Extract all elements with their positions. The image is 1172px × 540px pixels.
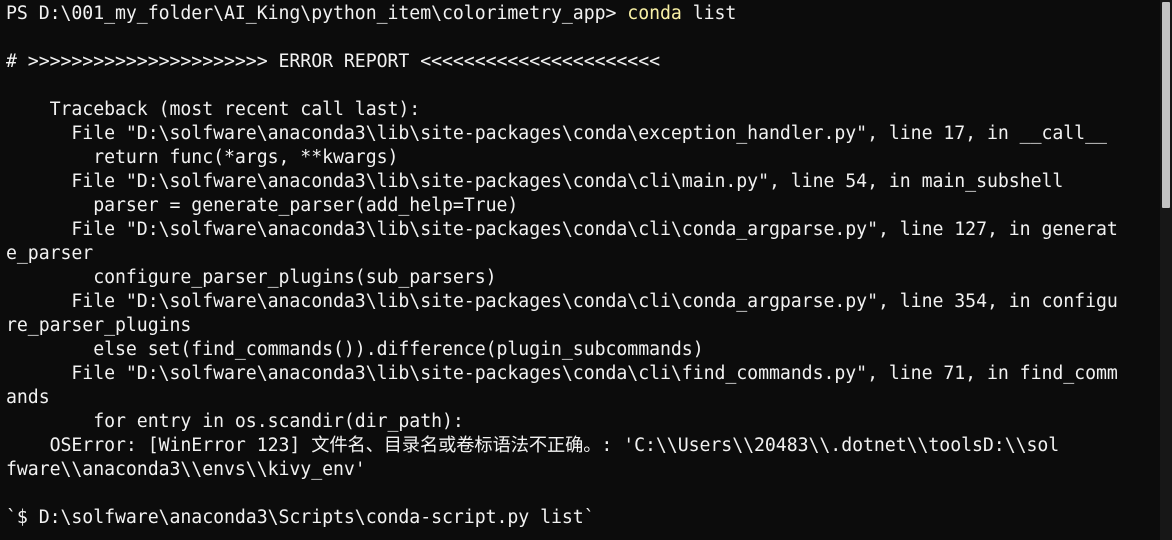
output-line: fware\\anaconda3\\envs\\kivy_env' <box>6 459 366 480</box>
prompt-path: PS D:\001_my_folder\AI_King\python_item\… <box>6 3 628 24</box>
output-line: OSError: [WinError 123] 文件名、目录名或卷标语法不正确。… <box>6 435 1060 456</box>
output-line: File "D:\solfware\anaconda3\lib\site-pac… <box>6 363 1118 384</box>
output-line: ands <box>6 387 50 408</box>
output-line: else set(find_commands()).difference(plu… <box>6 339 704 360</box>
output-line: e_parser <box>6 243 94 264</box>
output-line: Traceback (most recent call last): <box>6 99 421 120</box>
output-line: File "D:\solfware\anaconda3\lib\site-pac… <box>6 123 1107 144</box>
output-line: `$ D:\solfware\anaconda3\Scripts\conda-s… <box>6 507 595 528</box>
output-line: re_parser_plugins <box>6 315 192 336</box>
output-line: return func(*args, **kwargs) <box>6 147 399 168</box>
vertical-scrollbar[interactable] <box>1160 0 1172 540</box>
output-line: File "D:\solfware\anaconda3\lib\site-pac… <box>6 219 1118 240</box>
command-name: conda <box>627 3 682 24</box>
scrollbar-thumb[interactable] <box>1162 2 1170 208</box>
terminal-window[interactable]: PS D:\001_my_folder\AI_King\python_item\… <box>0 0 1160 540</box>
output-line: # >>>>>>>>>>>>>>>>>>>>>> ERROR REPORT <<… <box>6 51 660 72</box>
command-args: list <box>681 3 737 24</box>
output-line: for entry in os.scandir(dir_path): <box>6 411 464 432</box>
output-line: parser = generate_parser(add_help=True) <box>6 195 519 216</box>
output-line: File "D:\solfware\anaconda3\lib\site-pac… <box>6 171 1064 192</box>
output-line: File "D:\solfware\anaconda3\lib\site-pac… <box>6 291 1118 312</box>
output-line: configure_parser_plugins(sub_parsers) <box>6 267 497 288</box>
prompt-line: PS D:\001_my_folder\AI_King\python_item\… <box>6 2 1160 26</box>
terminal-output: PS D:\001_my_folder\AI_King\python_item\… <box>0 0 1160 540</box>
